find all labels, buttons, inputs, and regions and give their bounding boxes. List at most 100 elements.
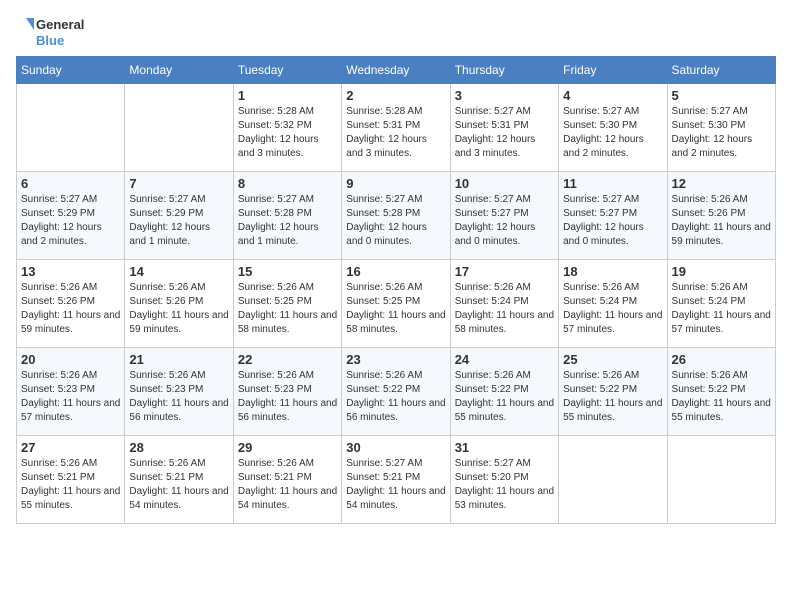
- calendar-cell: 25Sunrise: 5:26 AM Sunset: 5:22 PM Dayli…: [559, 348, 667, 436]
- calendar-cell: [17, 84, 125, 172]
- day-info: Sunrise: 5:27 AM Sunset: 5:28 PM Dayligh…: [346, 193, 445, 249]
- day-info: Sunrise: 5:26 AM Sunset: 5:21 PM Dayligh…: [21, 457, 120, 513]
- weekday-header: Tuesday: [233, 57, 341, 84]
- day-number: 14: [129, 264, 228, 279]
- day-info: Sunrise: 5:26 AM Sunset: 5:25 PM Dayligh…: [346, 281, 445, 337]
- logo-icon: [16, 16, 34, 34]
- weekday-header: Wednesday: [342, 57, 450, 84]
- calendar-cell: 12 Sunrise: 5:26 AM Sunset: 5:26 PM Dayli…: [667, 172, 775, 260]
- calendar-cell: 21 Sunrise: 5:26 AM Sunset: 5:23 PM Dayli…: [125, 348, 233, 436]
- weekday-header: Thursday: [450, 57, 558, 84]
- day-info: Sunrise: 5:26 AM Sunset: 5:23 PM Dayligh…: [129, 369, 228, 425]
- day-info: Sunrise: 5:27 AM Sunset: 5:27 PM Dayligh…: [563, 193, 662, 249]
- day-info: Sunrise: 5:27 AM Sunset: 5:31 PM Dayligh…: [455, 105, 554, 161]
- day-number: 22: [238, 352, 337, 367]
- day-info: Sunrise: 5:27 AM Sunset: 5:29 PM Dayligh…: [21, 193, 120, 249]
- calendar-table: SundayMondayTuesdayWednesdayThursdayFrid…: [16, 56, 776, 524]
- weekday-header: Friday: [559, 57, 667, 84]
- day-info: Sunrise: 5:26 AM Sunset: 5:23 PM Dayligh…: [238, 369, 337, 425]
- calendar-cell: 5 Sunrise: 5:27 AM Sunset: 5:30 PM Daylig…: [667, 84, 775, 172]
- calendar-cell: 1Sunrise: 5:28 AM Sunset: 5:32 PM Daylig…: [233, 84, 341, 172]
- day-number: 20: [21, 352, 120, 367]
- day-number: 5: [672, 88, 771, 103]
- calendar-cell: 9Sunrise: 5:27 AM Sunset: 5:28 PM Daylig…: [342, 172, 450, 260]
- day-number: 4: [563, 88, 662, 103]
- day-number: 15: [238, 264, 337, 279]
- day-info: Sunrise: 5:26 AM Sunset: 5:25 PM Dayligh…: [238, 281, 337, 337]
- calendar-cell: 15 Sunrise: 5:26 AM Sunset: 5:25 PM Dayli…: [233, 260, 341, 348]
- day-number: 28: [129, 440, 228, 455]
- day-info: Sunrise: 5:26 AM Sunset: 5:24 PM Dayligh…: [672, 281, 771, 337]
- day-info: Sunrise: 5:26 AM Sunset: 5:26 PM Dayligh…: [672, 193, 771, 249]
- calendar-cell: 7 Sunrise: 5:27 AM Sunset: 5:29 PM Daylig…: [125, 172, 233, 260]
- day-number: 19: [672, 264, 771, 279]
- week-row: 6 Sunrise: 5:27 AM Sunset: 5:29 PM Daylig…: [17, 172, 776, 260]
- calendar-cell: 2Sunrise: 5:28 AM Sunset: 5:31 PM Daylig…: [342, 84, 450, 172]
- day-number: 6: [21, 176, 120, 191]
- weekday-header: Saturday: [667, 57, 775, 84]
- calendar-cell: 24 Sunrise: 5:26 AM Sunset: 5:22 PM Dayli…: [450, 348, 558, 436]
- day-number: 30: [346, 440, 445, 455]
- logo-blue: Blue: [36, 34, 84, 48]
- day-info: Sunrise: 5:27 AM Sunset: 5:30 PM Dayligh…: [672, 105, 771, 161]
- calendar-cell: 23 Sunrise: 5:26 AM Sunset: 5:22 PM Dayli…: [342, 348, 450, 436]
- calendar-cell: 22 Sunrise: 5:26 AM Sunset: 5:23 PM Dayli…: [233, 348, 341, 436]
- calendar-cell: 19 Sunrise: 5:26 AM Sunset: 5:24 PM Dayli…: [667, 260, 775, 348]
- day-info: Sunrise: 5:27 AM Sunset: 5:28 PM Dayligh…: [238, 193, 337, 249]
- day-number: 23: [346, 352, 445, 367]
- calendar-cell: [559, 436, 667, 524]
- calendar-cell: [667, 436, 775, 524]
- day-number: 29: [238, 440, 337, 455]
- logo-general: General: [36, 18, 84, 32]
- day-number: 10: [455, 176, 554, 191]
- day-number: 21: [129, 352, 228, 367]
- weekday-header-row: SundayMondayTuesdayWednesdayThursdayFrid…: [17, 57, 776, 84]
- calendar-cell: 29 Sunrise: 5:26 AM Sunset: 5:21 PM Dayli…: [233, 436, 341, 524]
- week-row: 13 Sunrise: 5:26 AM Sunset: 5:26 PM Dayli…: [17, 260, 776, 348]
- day-number: 24: [455, 352, 554, 367]
- day-info: Sunrise: 5:27 AM Sunset: 5:29 PM Dayligh…: [129, 193, 228, 249]
- calendar-cell: 30 Sunrise: 5:27 AM Sunset: 5:21 PM Dayli…: [342, 436, 450, 524]
- calendar-cell: 18Sunrise: 5:26 AM Sunset: 5:24 PM Dayli…: [559, 260, 667, 348]
- day-info: Sunrise: 5:26 AM Sunset: 5:22 PM Dayligh…: [346, 369, 445, 425]
- day-number: 7: [129, 176, 228, 191]
- calendar-cell: 6 Sunrise: 5:27 AM Sunset: 5:29 PM Daylig…: [17, 172, 125, 260]
- day-number: 12: [672, 176, 771, 191]
- day-number: 26: [672, 352, 771, 367]
- day-info: Sunrise: 5:28 AM Sunset: 5:32 PM Dayligh…: [238, 105, 337, 161]
- day-info: Sunrise: 5:27 AM Sunset: 5:27 PM Dayligh…: [455, 193, 554, 249]
- page-header: General Blue: [16, 16, 776, 48]
- logo: General Blue: [16, 16, 84, 48]
- day-info: Sunrise: 5:26 AM Sunset: 5:26 PM Dayligh…: [129, 281, 228, 337]
- calendar-cell: 17 Sunrise: 5:26 AM Sunset: 5:24 PM Dayli…: [450, 260, 558, 348]
- day-number: 13: [21, 264, 120, 279]
- day-info: Sunrise: 5:27 AM Sunset: 5:21 PM Dayligh…: [346, 457, 445, 513]
- day-number: 11: [563, 176, 662, 191]
- logo-svg: General Blue: [16, 16, 84, 48]
- calendar-cell: [125, 84, 233, 172]
- week-row: 27 Sunrise: 5:26 AM Sunset: 5:21 PM Dayli…: [17, 436, 776, 524]
- day-number: 3: [455, 88, 554, 103]
- day-info: Sunrise: 5:26 AM Sunset: 5:22 PM Dayligh…: [672, 369, 771, 425]
- week-row: 20 Sunrise: 5:26 AM Sunset: 5:23 PM Dayli…: [17, 348, 776, 436]
- day-number: 16: [346, 264, 445, 279]
- day-info: Sunrise: 5:27 AM Sunset: 5:30 PM Dayligh…: [563, 105, 662, 161]
- calendar-cell: 3 Sunrise: 5:27 AM Sunset: 5:31 PM Daylig…: [450, 84, 558, 172]
- day-number: 18: [563, 264, 662, 279]
- day-number: 27: [21, 440, 120, 455]
- calendar-cell: 26 Sunrise: 5:26 AM Sunset: 5:22 PM Dayli…: [667, 348, 775, 436]
- day-number: 8: [238, 176, 337, 191]
- calendar-cell: 11 Sunrise: 5:27 AM Sunset: 5:27 PM Dayli…: [559, 172, 667, 260]
- day-info: Sunrise: 5:26 AM Sunset: 5:21 PM Dayligh…: [129, 457, 228, 513]
- calendar-cell: 20Sunrise: 5:26 AM Sunset: 5:23 PM Dayli…: [17, 348, 125, 436]
- calendar-cell: 28 Sunrise: 5:26 AM Sunset: 5:21 PM Dayli…: [125, 436, 233, 524]
- day-info: Sunrise: 5:26 AM Sunset: 5:22 PM Dayligh…: [455, 369, 554, 425]
- day-info: Sunrise: 5:26 AM Sunset: 5:24 PM Dayligh…: [455, 281, 554, 337]
- weekday-header: Monday: [125, 57, 233, 84]
- day-number: 31: [455, 440, 554, 455]
- day-number: 17: [455, 264, 554, 279]
- calendar-cell: 16 Sunrise: 5:26 AM Sunset: 5:25 PM Dayli…: [342, 260, 450, 348]
- calendar-cell: 27 Sunrise: 5:26 AM Sunset: 5:21 PM Dayli…: [17, 436, 125, 524]
- calendar-cell: 10 Sunrise: 5:27 AM Sunset: 5:27 PM Dayli…: [450, 172, 558, 260]
- day-info: Sunrise: 5:26 AM Sunset: 5:21 PM Dayligh…: [238, 457, 337, 513]
